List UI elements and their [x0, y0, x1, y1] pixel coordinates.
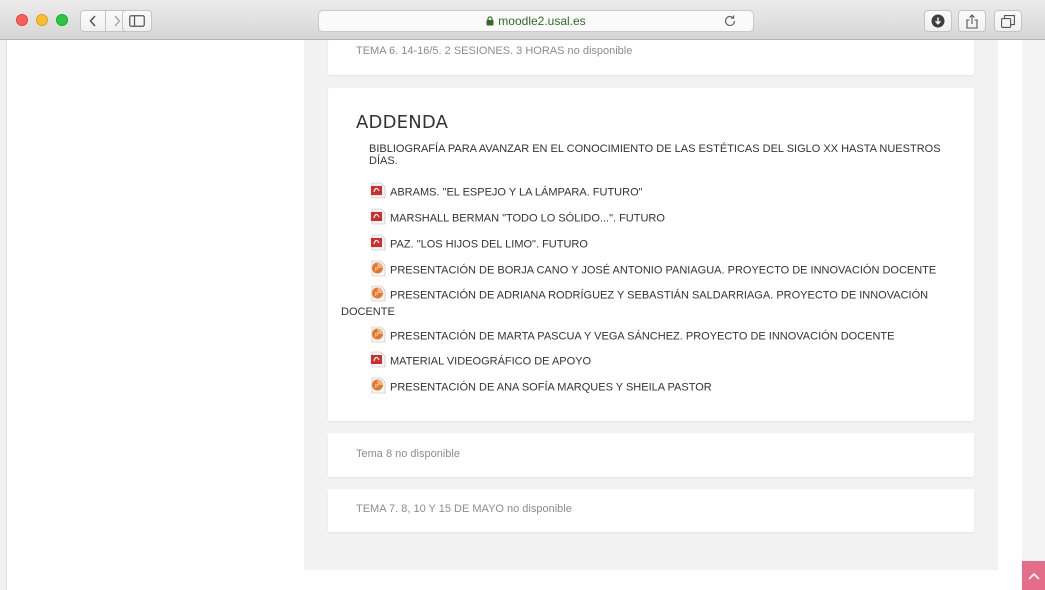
- activity-link[interactable]: MATERIAL VIDEOGRÁFICO DE APOYO: [390, 355, 591, 367]
- activity-item[interactable]: MATERIAL VIDEOGRÁFICO DE APOYO: [341, 351, 961, 370]
- powerpoint-icon: P: [371, 260, 386, 277]
- section-unavailable-text: TEMA 7. 8, 10 Y 15 DE MAYO no disponible: [356, 503, 572, 515]
- activity-item[interactable]: P PRESENTACIÓN DE ADRIANA RODRÍGUEZ Y SEB…: [341, 285, 961, 321]
- activity-link[interactable]: PRESENTACIÓN DE ANA SOFÍA MARQUES Y SHEI…: [390, 381, 712, 393]
- section-tema8: Tema 8 no disponible: [328, 433, 974, 477]
- svg-text:P: P: [375, 333, 378, 339]
- activity-link[interactable]: PRESENTACIÓN DE ADRIANA RODRÍGUEZ Y SEBA…: [341, 289, 928, 318]
- powerpoint-icon: P: [371, 377, 386, 394]
- back-icon: [89, 15, 96, 27]
- back-button[interactable]: [81, 11, 105, 31]
- share-icon: [966, 13, 978, 29]
- address-bar[interactable]: moodle2.usal.es: [318, 10, 754, 32]
- pdf-icon: [371, 208, 386, 225]
- lock-icon: [486, 16, 494, 26]
- activity-link[interactable]: MARSHALL BERMAN "TODO LO SÓLIDO...". FUT…: [390, 212, 665, 224]
- section-unavailable-text: TEMA 6. 14-16/5. 2 SESIONES. 3 HORAS no …: [356, 45, 633, 57]
- svg-text:P: P: [375, 384, 378, 390]
- maximize-window-button[interactable]: [56, 14, 68, 26]
- section-summary: BIBLIOGRAFÍA PARA AVANZAR EN EL CONOCIMI…: [369, 143, 941, 167]
- activity-link[interactable]: PAZ. "LOS HIJOS DEL LIMO". FUTURO: [390, 238, 588, 250]
- sidebar-toggle-button[interactable]: [122, 10, 152, 32]
- browser-toolbar: moodle2.usal.es: [0, 0, 1045, 40]
- pdf-icon: [371, 234, 386, 251]
- powerpoint-icon: P: [371, 285, 386, 302]
- back-to-top-button[interactable]: [1022, 561, 1045, 590]
- activity-link[interactable]: PRESENTACIÓN DE BORJA CANO Y JOSÉ ANTONI…: [390, 264, 936, 276]
- sidebar-icon: [129, 15, 145, 27]
- activity-item[interactable]: PAZ. "LOS HIJOS DEL LIMO". FUTURO: [341, 234, 961, 253]
- activity-link[interactable]: PRESENTACIÓN DE MARTA PASCUA Y VEGA SÁNC…: [390, 330, 894, 342]
- minimize-window-button[interactable]: [36, 14, 48, 26]
- svg-text:P: P: [375, 267, 378, 273]
- activity-item[interactable]: MARSHALL BERMAN "TODO LO SÓLIDO...". FUT…: [341, 208, 961, 227]
- tabs-icon: [1001, 14, 1015, 28]
- show-tabs-button[interactable]: [994, 10, 1022, 32]
- left-margin: [0, 40, 7, 590]
- section-tema7: TEMA 7. 8, 10 Y 15 DE MAYO no disponible: [328, 489, 974, 532]
- pdf-icon: [371, 182, 386, 199]
- close-window-button[interactable]: [16, 14, 28, 26]
- svg-text:P: P: [375, 292, 378, 298]
- download-icon: [931, 14, 945, 28]
- section-title: ADDENDA: [356, 112, 449, 133]
- activity-item[interactable]: ABRAMS. "EL ESPEJO Y LA LÁMPARA. FUTURO": [341, 182, 961, 201]
- pdf-icon: [371, 351, 386, 368]
- activity-item[interactable]: P PRESENTACIÓN DE MARTA PASCUA Y VEGA SÁN…: [341, 326, 961, 345]
- url-text: moodle2.usal.es: [498, 14, 586, 28]
- chevron-up-icon: [1027, 572, 1040, 580]
- reload-icon[interactable]: [723, 14, 737, 28]
- activity-item[interactable]: P PRESENTACIÓN DE ANA SOFÍA MARQUES Y SHE…: [341, 377, 961, 396]
- downloads-button[interactable]: [924, 10, 952, 32]
- share-button[interactable]: [958, 10, 986, 32]
- section-unavailable-text: Tema 8 no disponible: [356, 448, 460, 460]
- powerpoint-icon: P: [371, 326, 386, 343]
- section-addenda: ADDENDA BIBLIOGRAFÍA PARA AVANZAR EN EL …: [328, 88, 974, 421]
- forward-icon: [114, 15, 121, 27]
- activity-item[interactable]: P PRESENTACIÓN DE BORJA CANO Y JOSÉ ANTON…: [341, 260, 961, 279]
- right-margin: [1022, 40, 1045, 590]
- section-tema6: TEMA 6. 14-16/5. 2 SESIONES. 3 HORAS no …: [328, 40, 974, 75]
- activity-link[interactable]: ABRAMS. "EL ESPEJO Y LA LÁMPARA. FUTURO": [390, 186, 643, 198]
